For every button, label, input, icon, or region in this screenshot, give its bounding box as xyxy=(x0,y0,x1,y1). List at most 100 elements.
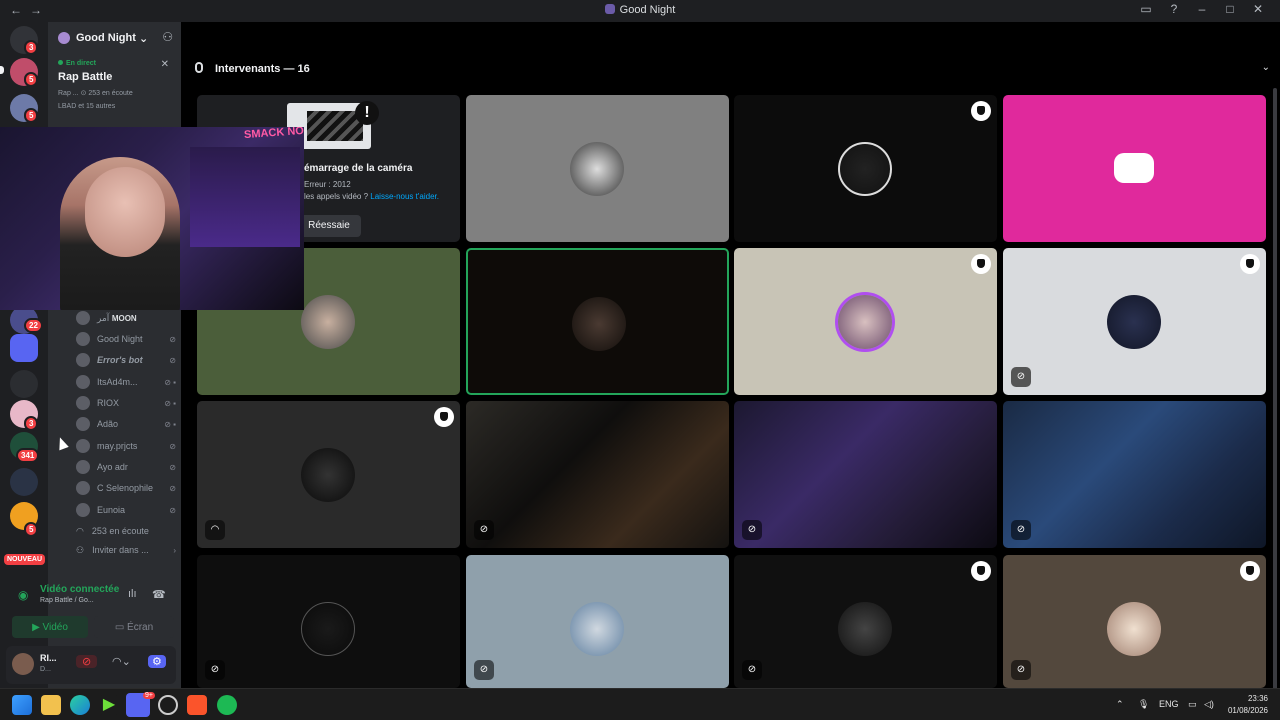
participant-tile[interactable]: ⊘ xyxy=(734,555,997,688)
member-name: MOON xyxy=(111,313,137,323)
start-windows-icon[interactable] xyxy=(12,695,32,715)
member-name: ItsAd4m... xyxy=(97,377,138,387)
event-listeners: Rap ... ⊙ 253 en écoute xyxy=(58,90,133,97)
participant-avatar xyxy=(301,448,355,502)
file-explorer-icon[interactable] xyxy=(41,695,61,715)
scrollbar-thumb[interactable] xyxy=(1273,88,1277,720)
member-status-icons: ⊘ xyxy=(169,483,176,493)
help-text: les appels vidéo ? xyxy=(304,192,369,201)
chevron-down-icon[interactable]: ⌄ xyxy=(1262,62,1270,73)
participant-tile[interactable]: ⊘ xyxy=(197,555,460,688)
microphone-icon xyxy=(195,62,203,73)
server-icon[interactable] xyxy=(10,468,38,496)
participant-avatar xyxy=(1107,602,1161,656)
participant-tile[interactable] xyxy=(1003,95,1266,242)
member-status-icons: ⊘ xyxy=(169,462,176,472)
network-icon[interactable]: ▭ xyxy=(1188,699,1197,710)
deafened-icon: ◠ xyxy=(205,520,225,540)
game-launcher-icon[interactable]: ▶ xyxy=(99,695,119,715)
member-item[interactable]: ItsAd4m... ⊘ ▪ xyxy=(76,372,176,392)
help-link[interactable]: Laisse-nous t'aider. xyxy=(370,192,439,201)
folder-icon[interactable] xyxy=(10,370,38,398)
scrollbar[interactable] xyxy=(1270,62,1280,720)
brave-browser-icon[interactable] xyxy=(187,695,207,715)
username: RI... xyxy=(40,653,57,663)
member-item[interactable]: Eunoia ⊘ xyxy=(76,500,176,520)
participant-video-tile[interactable]: ⊘ xyxy=(466,401,729,548)
participant-tile[interactable] xyxy=(734,248,997,395)
muted-mic-icon: ⊘ xyxy=(1011,520,1031,540)
unread-badge: 22 xyxy=(24,318,43,333)
participant-avatar xyxy=(838,295,892,349)
member-item[interactable]: Good Night ⊘ xyxy=(76,329,176,349)
edge-browser-icon[interactable] xyxy=(70,695,90,715)
participant-tile-speaking[interactable] xyxy=(466,248,729,395)
participant-tile[interactable]: ⊘ xyxy=(1003,248,1266,395)
disconnect-icon[interactable]: ☎ xyxy=(152,588,166,601)
maximize-button[interactable]: □ xyxy=(1216,2,1244,16)
discord-badge: 9+ xyxy=(143,692,155,699)
system-clock[interactable]: 23:36 01/08/2026 xyxy=(1228,693,1268,717)
retry-button[interactable]: Réessaie xyxy=(297,215,361,237)
mute-mic-icon[interactable]: ⊘ xyxy=(76,655,98,668)
speakers-label: Intervenants — 16 xyxy=(215,63,310,75)
minimize-button[interactable]: – xyxy=(1188,2,1216,16)
participant-video-tile[interactable]: ⊘ xyxy=(734,401,997,548)
member-item[interactable]: may.prjcts ⊘ xyxy=(76,436,176,456)
participant-tile[interactable]: ◠ xyxy=(197,401,460,548)
server-avatar xyxy=(58,32,70,44)
participant-avatar xyxy=(838,602,892,656)
soundboard-icon[interactable]: ılı xyxy=(128,588,137,600)
close-button[interactable]: ✕ xyxy=(1244,2,1272,16)
member-item[interactable]: آمر MOON xyxy=(76,308,176,328)
headphones-icon[interactable]: ◠⌄ xyxy=(112,655,131,668)
participant-tile[interactable]: ⊘ xyxy=(466,555,729,688)
server-icon xyxy=(604,4,615,14)
participant-tile[interactable] xyxy=(734,95,997,242)
avatar[interactable] xyxy=(12,653,34,675)
video-button[interactable]: ▶ Vidéo xyxy=(12,616,88,638)
help-icon[interactable]: ? xyxy=(1160,2,1188,16)
muted-mic-icon: ⊘ xyxy=(742,660,762,680)
tray-expand-icon[interactable]: ⌃ xyxy=(1116,699,1124,710)
close-icon[interactable]: ✕ xyxy=(161,59,169,70)
webcam-face xyxy=(85,167,165,257)
member-item[interactable]: Error's bot ⊘ xyxy=(76,350,176,370)
steam-icon[interactable] xyxy=(158,695,178,715)
microphone-tray-icon[interactable]: 🎙︎ xyxy=(1138,699,1149,710)
screen-icon: ▭ xyxy=(114,621,128,633)
webcam-preview-window[interactable]: SMACK NO ✕ xyxy=(0,127,304,310)
invite-item[interactable]: ⚇ Inviter dans ... › xyxy=(76,540,176,560)
settings-gear-icon[interactable]: ⚙ xyxy=(148,655,166,668)
participant-tile[interactable]: ⊘ xyxy=(1003,555,1266,688)
screen-share-button[interactable]: ▭ Écran xyxy=(94,616,174,638)
title-bar: ←→ Good Night ▭ ? – □ ✕ xyxy=(0,0,1280,22)
live-event-card[interactable]: En direct ✕ Rap Battle Rap ... ⊙ 253 en … xyxy=(48,56,181,126)
voice-channel[interactable]: Rap Battle / Go... xyxy=(40,597,94,604)
discord-logo-icon xyxy=(1114,153,1154,183)
member-item[interactable]: Ayo adr ⊘ xyxy=(76,457,176,477)
close-icon[interactable]: ✕ xyxy=(258,127,266,130)
avatar xyxy=(76,396,90,410)
avatar xyxy=(76,460,90,474)
server-icon[interactable] xyxy=(10,334,38,362)
live-label: En direct xyxy=(58,60,171,67)
signal-icon[interactable]: ◉ xyxy=(18,588,28,602)
server-header[interactable]: Good Night ⌄ ⚇ xyxy=(48,22,181,54)
add-member-icon[interactable]: ⚇ xyxy=(162,30,173,44)
inbox-icon[interactable]: ▭ xyxy=(1132,2,1160,16)
participant-video-tile[interactable]: ⊘ xyxy=(1003,401,1266,548)
participant-tile[interactable] xyxy=(466,95,729,242)
voice-connection-panel: ◉ Vidéo connectée Rap Battle / Go... ılı… xyxy=(6,576,176,640)
camera-icon: ▶ xyxy=(32,621,43,633)
volume-icon[interactable]: ◁) xyxy=(1204,699,1214,710)
neon-sign: SMACK NO xyxy=(243,127,304,142)
spotify-icon[interactable] xyxy=(217,695,237,715)
listeners-count[interactable]: ◠ 253 en écoute xyxy=(76,521,176,541)
member-item[interactable]: C Selenophile ⊘ xyxy=(76,478,176,498)
language-indicator[interactable]: ENG xyxy=(1159,699,1179,709)
chevron-right-icon: › xyxy=(173,545,176,555)
member-name: may.prjcts xyxy=(97,441,138,451)
member-item[interactable]: RIOX ⊘ ▪ xyxy=(76,393,176,413)
member-item[interactable]: Adão ⊘ ▪ xyxy=(76,414,176,434)
